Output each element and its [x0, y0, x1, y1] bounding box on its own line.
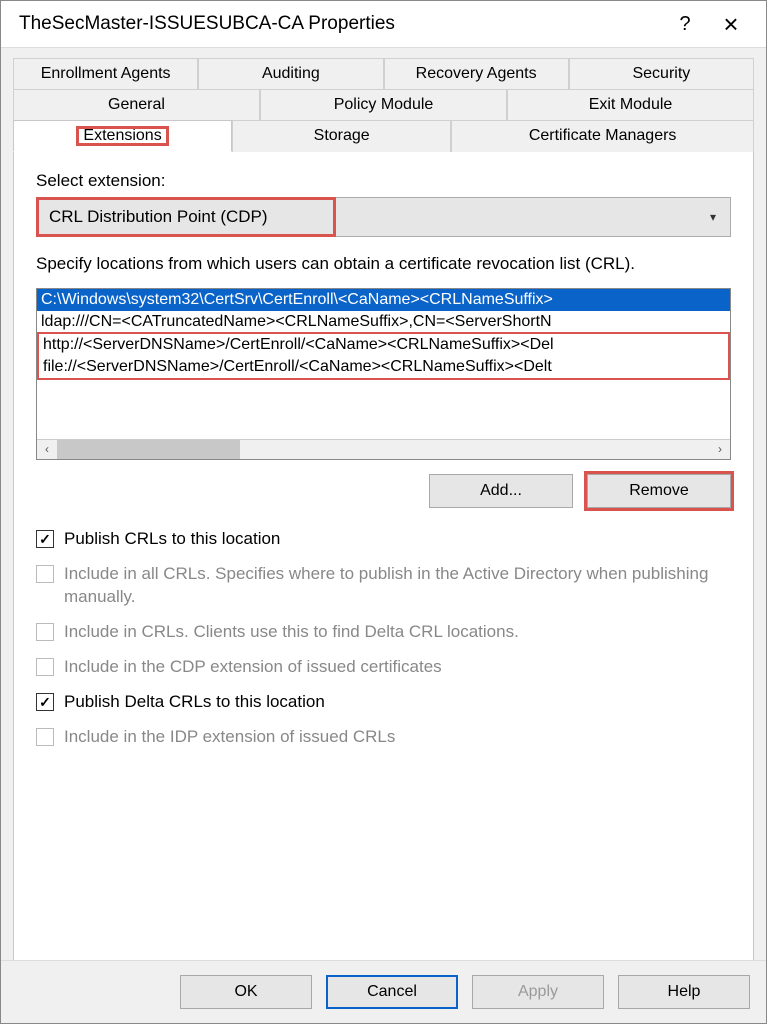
tab-enrollment-agents[interactable]: Enrollment Agents	[13, 58, 198, 89]
tab-storage[interactable]: Storage	[232, 120, 451, 152]
title-bar: TheSecMaster-ISSUESUBCA-CA Properties ? …	[1, 1, 766, 47]
tab-extensions[interactable]: Extensions	[13, 120, 232, 152]
dialog-footer: OK Cancel Apply Help	[1, 960, 766, 1023]
extension-dropdown-value: CRL Distribution Point (CDP)	[49, 207, 323, 227]
apply-button: Apply	[472, 975, 604, 1009]
chevron-down-icon: ▾	[710, 210, 716, 224]
window-title: TheSecMaster-ISSUESUBCA-CA Properties	[19, 13, 662, 35]
check-label: Include in all CRLs. Specifies where to …	[64, 563, 731, 609]
list-item[interactable]: file://<ServerDNSName>/CertEnroll/<CaNam…	[39, 356, 728, 378]
checkbox-icon	[36, 658, 54, 676]
check-label: Publish CRLs to this location	[64, 528, 280, 551]
tab-auditing[interactable]: Auditing	[198, 58, 383, 89]
check-include-crls-delta: Include in CRLs. Clients use this to fin…	[36, 621, 731, 644]
check-include-all-crls: Include in all CRLs. Specifies where to …	[36, 563, 731, 609]
checkbox-icon	[36, 530, 54, 548]
check-label: Publish Delta CRLs to this location	[64, 691, 325, 714]
check-publish-crls[interactable]: Publish CRLs to this location	[36, 528, 731, 551]
cancel-button[interactable]: Cancel	[326, 975, 458, 1009]
checkbox-icon	[36, 728, 54, 746]
list-item[interactable]: http://<ServerDNSName>/CertEnroll/<CaNam…	[39, 334, 728, 356]
check-label: Include in the CDP extension of issued c…	[64, 656, 442, 679]
scrollbar-thumb[interactable]	[57, 440, 240, 459]
list-item[interactable]: ldap:///CN=<CATruncatedName><CRLNameSuff…	[37, 311, 730, 333]
tab-security[interactable]: Security	[569, 58, 754, 89]
check-label: Include in CRLs. Clients use this to fin…	[64, 621, 519, 644]
tab-general[interactable]: General	[13, 89, 260, 120]
tab-recovery-agents[interactable]: Recovery Agents	[384, 58, 569, 89]
check-include-idp-extension: Include in the IDP extension of issued C…	[36, 726, 731, 749]
scroll-left-icon[interactable]: ‹	[37, 442, 57, 456]
tab-exit-module[interactable]: Exit Module	[507, 89, 754, 120]
list-item[interactable]: C:\Windows\system32\CertSrv\CertEnroll\<…	[37, 289, 730, 311]
select-extension-label: Select extension:	[36, 171, 731, 191]
extension-dropdown[interactable]: CRL Distribution Point (CDP) ▾	[36, 197, 731, 237]
check-include-cdp-extension: Include in the CDP extension of issued c…	[36, 656, 731, 679]
tab-certificate-managers[interactable]: Certificate Managers	[451, 120, 754, 152]
checkbox-icon	[36, 565, 54, 583]
help-button[interactable]: ?	[662, 13, 708, 36]
scroll-right-icon[interactable]: ›	[710, 442, 730, 456]
tab-content: Select extension: CRL Distribution Point…	[13, 151, 754, 981]
locations-listbox[interactable]: C:\Windows\system32\CertSrv\CertEnroll\<…	[36, 288, 731, 460]
tabs-area: Enrollment Agents Auditing Recovery Agen…	[1, 47, 766, 981]
checkbox-icon	[36, 623, 54, 641]
tab-policy-module[interactable]: Policy Module	[260, 89, 507, 120]
check-label: Include in the IDP extension of issued C…	[64, 726, 395, 749]
help-button[interactable]: Help	[618, 975, 750, 1009]
extension-description: Specify locations from which users can o…	[36, 253, 731, 276]
remove-button[interactable]: Remove	[587, 474, 731, 508]
tab-extensions-label: Extensions	[77, 127, 167, 145]
check-publish-delta-crls[interactable]: Publish Delta CRLs to this location	[36, 691, 731, 714]
ok-button[interactable]: OK	[180, 975, 312, 1009]
add-button[interactable]: Add...	[429, 474, 573, 508]
checkbox-icon	[36, 693, 54, 711]
close-button[interactable]: ×	[708, 9, 754, 40]
horizontal-scrollbar[interactable]: ‹ ›	[37, 439, 730, 459]
